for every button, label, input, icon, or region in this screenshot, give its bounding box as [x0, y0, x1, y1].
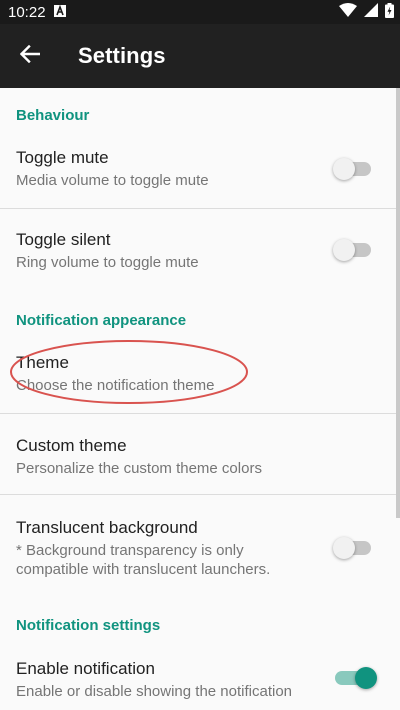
pref-summary-line2: compatible with translucent launchers.	[16, 561, 271, 578]
pref-enable-notification[interactable]: Enable notification Enable or disable sh…	[0, 643, 400, 710]
pref-toggle-mute[interactable]: Toggle mute Media volume to toggle mute	[0, 133, 400, 208]
scrollbar[interactable]	[396, 88, 400, 518]
pref-title: Toggle silent	[16, 230, 111, 249]
pref-custom-theme[interactable]: Custom theme Personalize the custom them…	[0, 414, 400, 494]
battery-icon	[385, 2, 394, 22]
signal-icon	[364, 3, 378, 21]
translucent-background-switch[interactable]	[333, 536, 373, 559]
pref-summary: Choose the notification theme	[16, 377, 215, 394]
pref-summary: Personalize the custom theme colors	[16, 460, 262, 477]
section-header-notification-appearance: Notification appearance	[16, 312, 187, 329]
pref-summary-line1: * Background transparency is only	[16, 542, 244, 559]
pref-theme[interactable]: Theme Choose the notification theme	[0, 338, 400, 413]
status-left: 10:22	[8, 4, 66, 21]
page-title: Settings	[78, 43, 166, 68]
switch-thumb	[355, 667, 377, 689]
switch-thumb	[333, 158, 355, 180]
toggle-silent-switch[interactable]	[333, 238, 373, 261]
pref-translucent-background[interactable]: Translucent background * Background tran…	[0, 495, 400, 587]
pref-toggle-silent[interactable]: Toggle silent Ring volume to toggle mute	[0, 209, 400, 289]
switch-thumb	[333, 239, 355, 261]
section-header-notification-settings: Notification settings	[16, 617, 161, 634]
pref-title: Theme	[16, 353, 69, 372]
pref-summary: Ring volume to toggle mute	[16, 254, 199, 271]
app-bar: Settings	[0, 24, 400, 88]
toggle-mute-switch[interactable]	[333, 157, 373, 180]
status-right	[339, 2, 394, 22]
section-header-behaviour: Behaviour	[16, 107, 90, 124]
back-button[interactable]	[2, 28, 58, 84]
status-bar: 10:22	[0, 0, 400, 24]
enable-notification-switch[interactable]	[333, 666, 377, 689]
pref-title: Enable notification	[16, 659, 155, 678]
a-notification-icon	[53, 4, 66, 21]
settings-list[interactable]: Behaviour Toggle mute Media volume to to…	[0, 88, 400, 710]
arrow-back-icon	[19, 44, 41, 68]
pref-summary: Enable or disable showing the notificati…	[16, 683, 293, 700]
pref-title: Translucent background	[16, 518, 198, 537]
status-time: 10:22	[8, 3, 46, 21]
switch-thumb	[333, 537, 355, 559]
wifi-icon	[339, 3, 357, 21]
pref-summary: Media volume to toggle mute	[16, 172, 209, 189]
pref-title: Toggle mute	[16, 148, 109, 167]
pref-title: Custom theme	[16, 436, 127, 455]
